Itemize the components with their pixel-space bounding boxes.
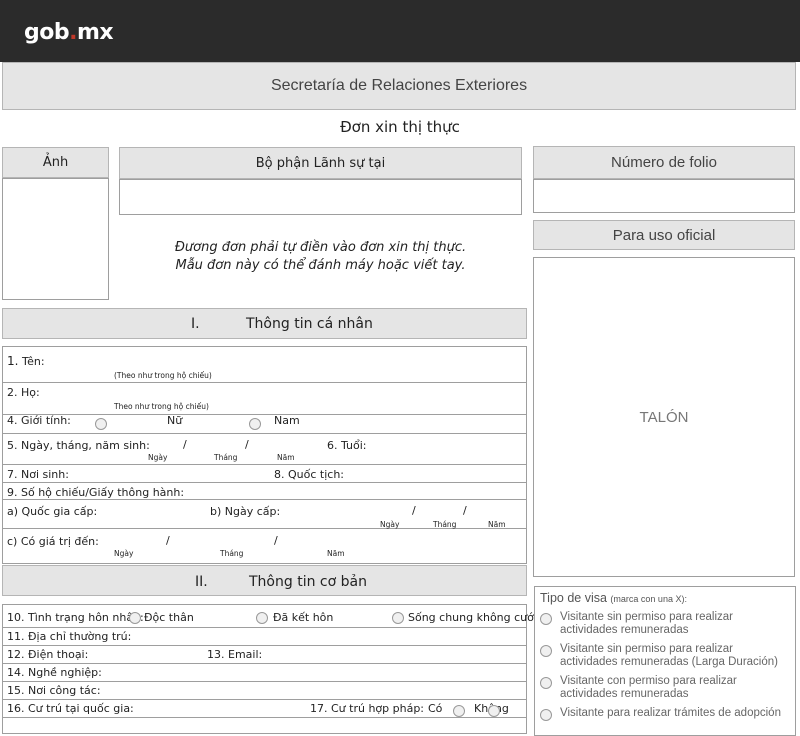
last-name-label: 2. Họ: [7,386,40,399]
passport-label: 9. Số hộ chiếu/Giấy thông hành: [7,486,185,499]
folio-field[interactable] [533,179,795,213]
first-name-input[interactable] [300,350,520,380]
visa-option-1[interactable]: Visitante sin permiso para realizar acti… [540,611,790,637]
marital-status-label: 10. Tình trạng hôn nhân: [7,611,144,624]
last-name-note: Theo như trong hộ chiếu) [114,402,209,411]
issue-date-label: b) Ngày cấp: [210,505,281,518]
sex-male-radio[interactable] [249,418,261,430]
valid-until-label: c) Có giá trị đến: [7,535,99,548]
address-label: 11. Địa chỉ thường trú: [7,630,132,643]
age-label: 6. Tuổi: [327,439,367,452]
birthplace-label: 7. Nơi sinh: [7,468,69,481]
nationality-label: 8. Quốc tịch: [274,468,344,481]
first-name-label: 1. Tên: [7,354,45,368]
single-label: Độc thân [144,611,194,624]
residence-country-label: 16. Cư trú tại quốc gia: [7,702,134,715]
valid-month-hint: Tháng [220,549,244,558]
valid-slash-2: / [274,534,278,547]
visa-option-3-radio[interactable] [540,677,552,689]
instructions: Đương đơn phải tự điền vào đơn xin thị t… [174,240,467,273]
folio-label: Número de folio [533,146,795,179]
photo-label: Ảnh [2,147,109,178]
sex-male-label: Nam [274,414,300,427]
issue-slash-2: / [463,504,467,517]
legal-no-radio[interactable] [488,705,500,717]
issue-slash-1: / [412,504,416,517]
consular-field[interactable] [119,179,522,215]
visa-option-1-radio[interactable] [540,613,552,625]
first-name-note: (Theo như trong hộ chiếu) [114,371,212,380]
married-label: Đã kết hôn [273,611,334,624]
issuing-country-label: a) Quốc gia cấp: [7,505,98,518]
visa-option-4-radio[interactable] [540,709,552,721]
valid-day-hint: Ngày [114,549,134,558]
last-name-input[interactable] [300,384,520,412]
dob-year-hint: Năm [277,453,295,462]
consular-label: Bộ phận Lãnh sự tại [119,147,522,179]
visa-option-2[interactable]: Visitante sin permiso para realizar acti… [540,643,790,669]
issue-month-hint: Tháng [433,520,457,529]
workplace-label: 15. Nơi công tác: [7,684,101,697]
legal-yes-label: Có [428,702,443,715]
dob-month-hint: Tháng [214,453,238,462]
visa-option-4[interactable]: Visitante para realizar trámites de adop… [540,707,790,721]
visa-option-3[interactable]: Visitante con permiso para realizar acti… [540,675,790,701]
dob-day-hint: Ngày [148,453,168,462]
sex-female-label: Nữ [167,414,183,427]
top-bar [0,0,800,62]
married-radio[interactable] [256,612,268,624]
dob-slash-1: / [183,438,187,451]
occupation-label: 14. Nghề nghiệp: [7,666,102,679]
official-use-label: Para uso oficial [533,220,795,250]
valid-year-hint: Năm [327,549,345,558]
ministry-banner: Secretaría de Relaciones Exteriores [2,62,796,110]
legal-residence-label: 17. Cư trú hợp pháp: [310,702,425,715]
dob-slash-2: / [245,438,249,451]
form-title: Đơn xin thị thực [340,118,460,136]
section-2-header: II. Thông tin cơ bản [2,565,527,596]
photo-box [2,178,109,300]
valid-slash-1: / [166,534,170,547]
single-radio[interactable] [129,612,141,624]
visa-option-2-radio[interactable] [540,645,552,657]
sex-female-radio[interactable] [95,418,107,430]
cohabiting-radio[interactable] [392,612,404,624]
visa-type-title: Tipo de visa (marca con una X): [540,591,687,605]
talon-box: TALÓN [533,257,795,577]
phone-label: 12. Điện thoại: [7,648,89,661]
email-label: 13. Email: [207,648,263,661]
cohabiting-label: Sống chung không cưới [408,611,537,624]
sex-label: 4. Giới tính: [7,414,71,427]
gobmx-logo[interactable]: gob.mx [24,20,114,45]
legal-yes-radio[interactable] [453,705,465,717]
issue-year-hint: Năm [488,520,506,529]
dob-label: 5. Ngày, tháng, năm sinh: [7,439,150,452]
issue-day-hint: Ngày [380,520,400,529]
section-1-header: I. Thông tin cá nhân [2,308,527,339]
